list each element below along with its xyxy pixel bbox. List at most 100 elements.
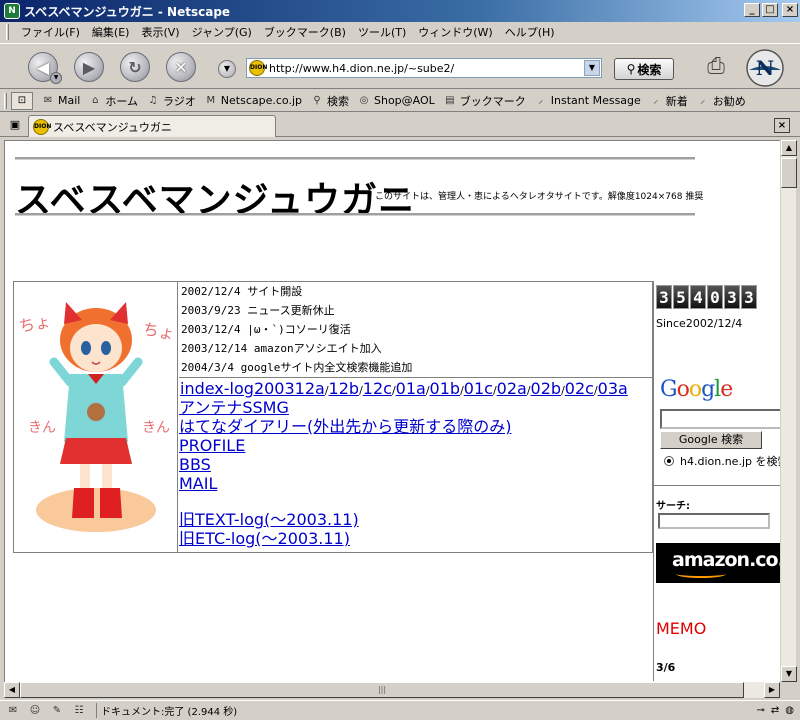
- menu-bookmarks[interactable]: ブックマーク(B): [258, 24, 352, 40]
- pt-item-instant-message[interactable]: ⸝ Instant Message: [534, 94, 641, 107]
- close-button[interactable]: ×: [782, 3, 798, 17]
- search-icon: ⚲: [313, 94, 321, 106]
- print-icon[interactable]: ⎙: [696, 52, 736, 84]
- news-list: 2002/12/4 サイト開設 2003/9/23 ニュース更新休止 2003/…: [179, 282, 653, 378]
- memo-title: MEMO: [656, 619, 707, 638]
- vertical-scrollbar[interactable]: ▲ ▼: [780, 140, 797, 682]
- log-link-02a[interactable]: 02a: [497, 379, 527, 398]
- forward-button[interactable]: ▶: [74, 52, 104, 82]
- log-link-02c[interactable]: 02c: [565, 379, 594, 398]
- menu-view[interactable]: 表示(V): [135, 24, 185, 40]
- right-sidebar: 3 5 4 0 3 3 Since2002/12/4 Google Google…: [653, 281, 780, 681]
- stop-button[interactable]: ✕: [166, 52, 196, 82]
- google-search-input[interactable]: [660, 409, 780, 429]
- mail-status-icon[interactable]: ✉: [4, 703, 22, 719]
- reload-icon: ↻: [128, 57, 142, 77]
- log-link-01c[interactable]: 01c: [464, 379, 493, 398]
- horizontal-scrollbar[interactable]: ◀ ||| ▶: [4, 682, 780, 698]
- pt-item-radio[interactable]: ♫ ラジオ: [146, 93, 196, 109]
- link-old-text-log[interactable]: 旧TEXT-log(～2003.11): [179, 510, 359, 529]
- status-text: ドキュメント:完了 (2.944 秒): [96, 703, 756, 718]
- toolbar-grip[interactable]: [4, 92, 7, 109]
- tab-history-icon[interactable]: ⊡: [11, 91, 33, 110]
- im-status-icon[interactable]: ☺: [26, 703, 44, 719]
- link-hatena-diary[interactable]: はてなダイアリー(外出先から更新する際のみ): [179, 417, 512, 436]
- pt-item-shop-aol[interactable]: ◎ Shop@AOL: [357, 94, 435, 107]
- pt-item-search[interactable]: ⚲ 検索: [310, 93, 349, 109]
- google-search-button[interactable]: Google 検索: [660, 431, 762, 449]
- link-profile[interactable]: PROFILE: [179, 436, 245, 455]
- counter-digit: 4: [690, 285, 706, 309]
- decoration-text: きん: [28, 420, 56, 436]
- reload-button[interactable]: ↻: [120, 52, 150, 82]
- menu-tools[interactable]: ツール(T): [352, 24, 412, 40]
- scroll-left-icon[interactable]: ◀: [4, 682, 20, 698]
- log-link-01b[interactable]: 01b: [430, 379, 461, 398]
- decoration-text: ちょ: [17, 312, 52, 336]
- tab-sube[interactable]: DION スベスベマンジュウガニ: [28, 115, 276, 137]
- menu-bar: ファイル(F) 編集(E) 表示(V) ジャンプ(G) ブックマーク(B) ツー…: [0, 22, 800, 42]
- pt-item-recommend[interactable]: ⸝ お勧め: [696, 93, 746, 109]
- menu-help[interactable]: ヘルプ(H): [499, 24, 561, 40]
- link-old-etc-log[interactable]: 旧ETC-log(～2003.11): [179, 529, 350, 548]
- log-link-12b[interactable]: 12b: [329, 379, 360, 398]
- link-bbs[interactable]: BBS: [179, 455, 211, 474]
- window-title: スベスベマンジュウガニ - Netscape: [24, 4, 231, 19]
- window-controls: _ □ ×: [744, 3, 798, 17]
- url-text[interactable]: http://www.h4.dion.ne.jp/~sube2/: [269, 62, 584, 75]
- google-site-search-option[interactable]: h4.dion.ne.jp を検索: [664, 453, 780, 469]
- scroll-right-icon[interactable]: ▶: [764, 682, 780, 698]
- amazon-search-input[interactable]: [658, 513, 770, 529]
- pt-item-mail[interactable]: ✉ Mail: [41, 94, 81, 107]
- composer-icon[interactable]: ✎: [48, 703, 66, 719]
- pt-item-netscape[interactable]: M Netscape.co.jp: [204, 94, 302, 107]
- netscape-app-icon: N: [4, 3, 20, 19]
- site-description: このサイトは、管理人・恵によるヘタレオタサイトです。解像度1024×768 推奨: [375, 192, 704, 202]
- stop-x-icon: ✕: [174, 57, 188, 77]
- url-dropdown-icon[interactable]: ▼: [584, 60, 600, 76]
- amazon-banner[interactable]: amazon.co.jp: [656, 543, 780, 583]
- tab-label: スベスベマンジュウガニ: [53, 120, 172, 134]
- menu-go[interactable]: ジャンプ(G): [186, 24, 258, 40]
- news-item: 2003/12/4 |ω・`)コソーリ復活: [181, 323, 351, 336]
- counter-digit: 3: [724, 285, 740, 309]
- news-item: 2002/12/4 サイト開設: [181, 285, 303, 298]
- menu-window[interactable]: ウィンドウ(W): [412, 24, 498, 40]
- maximize-button[interactable]: □: [762, 3, 778, 17]
- radio-selected-icon[interactable]: [664, 456, 674, 466]
- log-links-row: index-log200312a/12b/12c/01a/01b/01c/02a…: [180, 379, 628, 398]
- search-button[interactable]: ⚲ 検索: [614, 58, 674, 80]
- decoration-text: きん: [142, 420, 170, 436]
- log-link-02b[interactable]: 02b: [531, 379, 562, 398]
- pt-item-home[interactable]: ⌂ ホーム: [88, 93, 138, 109]
- close-tab-icon[interactable]: ×: [774, 118, 790, 133]
- link-antenna[interactable]: アンテナSSMG: [179, 398, 289, 417]
- log-link-03a[interactable]: 03a: [598, 379, 628, 398]
- vertical-scroll-thumb[interactable]: [781, 158, 797, 188]
- navigation-toolbar: ◀ ▼ ▶ ↻ ✕ ▼ DION http://www.h4.dion.ne.j…: [0, 43, 800, 89]
- minimize-button[interactable]: _: [744, 3, 760, 17]
- link-mail[interactable]: MAIL: [179, 474, 217, 493]
- back-history-dropdown-icon[interactable]: ▼: [50, 72, 62, 84]
- url-field[interactable]: DION http://www.h4.dion.ne.jp/~sube2/ ▼: [246, 58, 602, 78]
- menu-edit[interactable]: 編集(E): [86, 24, 136, 40]
- netscape-logo-icon[interactable]: N: [745, 48, 785, 88]
- address-book-icon[interactable]: ☷: [70, 703, 88, 719]
- toolbar-grip[interactable]: [6, 24, 9, 40]
- log-link-12c[interactable]: 12c: [363, 379, 392, 398]
- sidebar-toggle-icon[interactable]: ▣: [6, 117, 24, 133]
- log-link-01a[interactable]: 01a: [396, 379, 426, 398]
- log-link-index[interactable]: index-log200312a: [180, 379, 325, 398]
- pt-item-new[interactable]: ⸝ 新着: [649, 93, 688, 109]
- scroll-down-icon[interactable]: ▼: [781, 666, 797, 682]
- horizontal-scroll-thumb[interactable]: |||: [20, 682, 744, 698]
- amazon-smile-icon: [676, 570, 726, 578]
- menu-file[interactable]: ファイル(F): [15, 24, 86, 40]
- url-history-dropdown-icon[interactable]: ▼: [218, 60, 236, 78]
- security-lock-icon[interactable]: ⊸: [756, 705, 764, 716]
- pt-item-bookmarks[interactable]: ▤ ブックマーク: [443, 93, 526, 109]
- online-status-icon[interactable]: ⇄: [771, 705, 779, 716]
- cookie-icon[interactable]: ◍: [785, 705, 794, 716]
- back-button[interactable]: ◀ ▼: [28, 52, 62, 84]
- scroll-up-icon[interactable]: ▲: [781, 140, 797, 156]
